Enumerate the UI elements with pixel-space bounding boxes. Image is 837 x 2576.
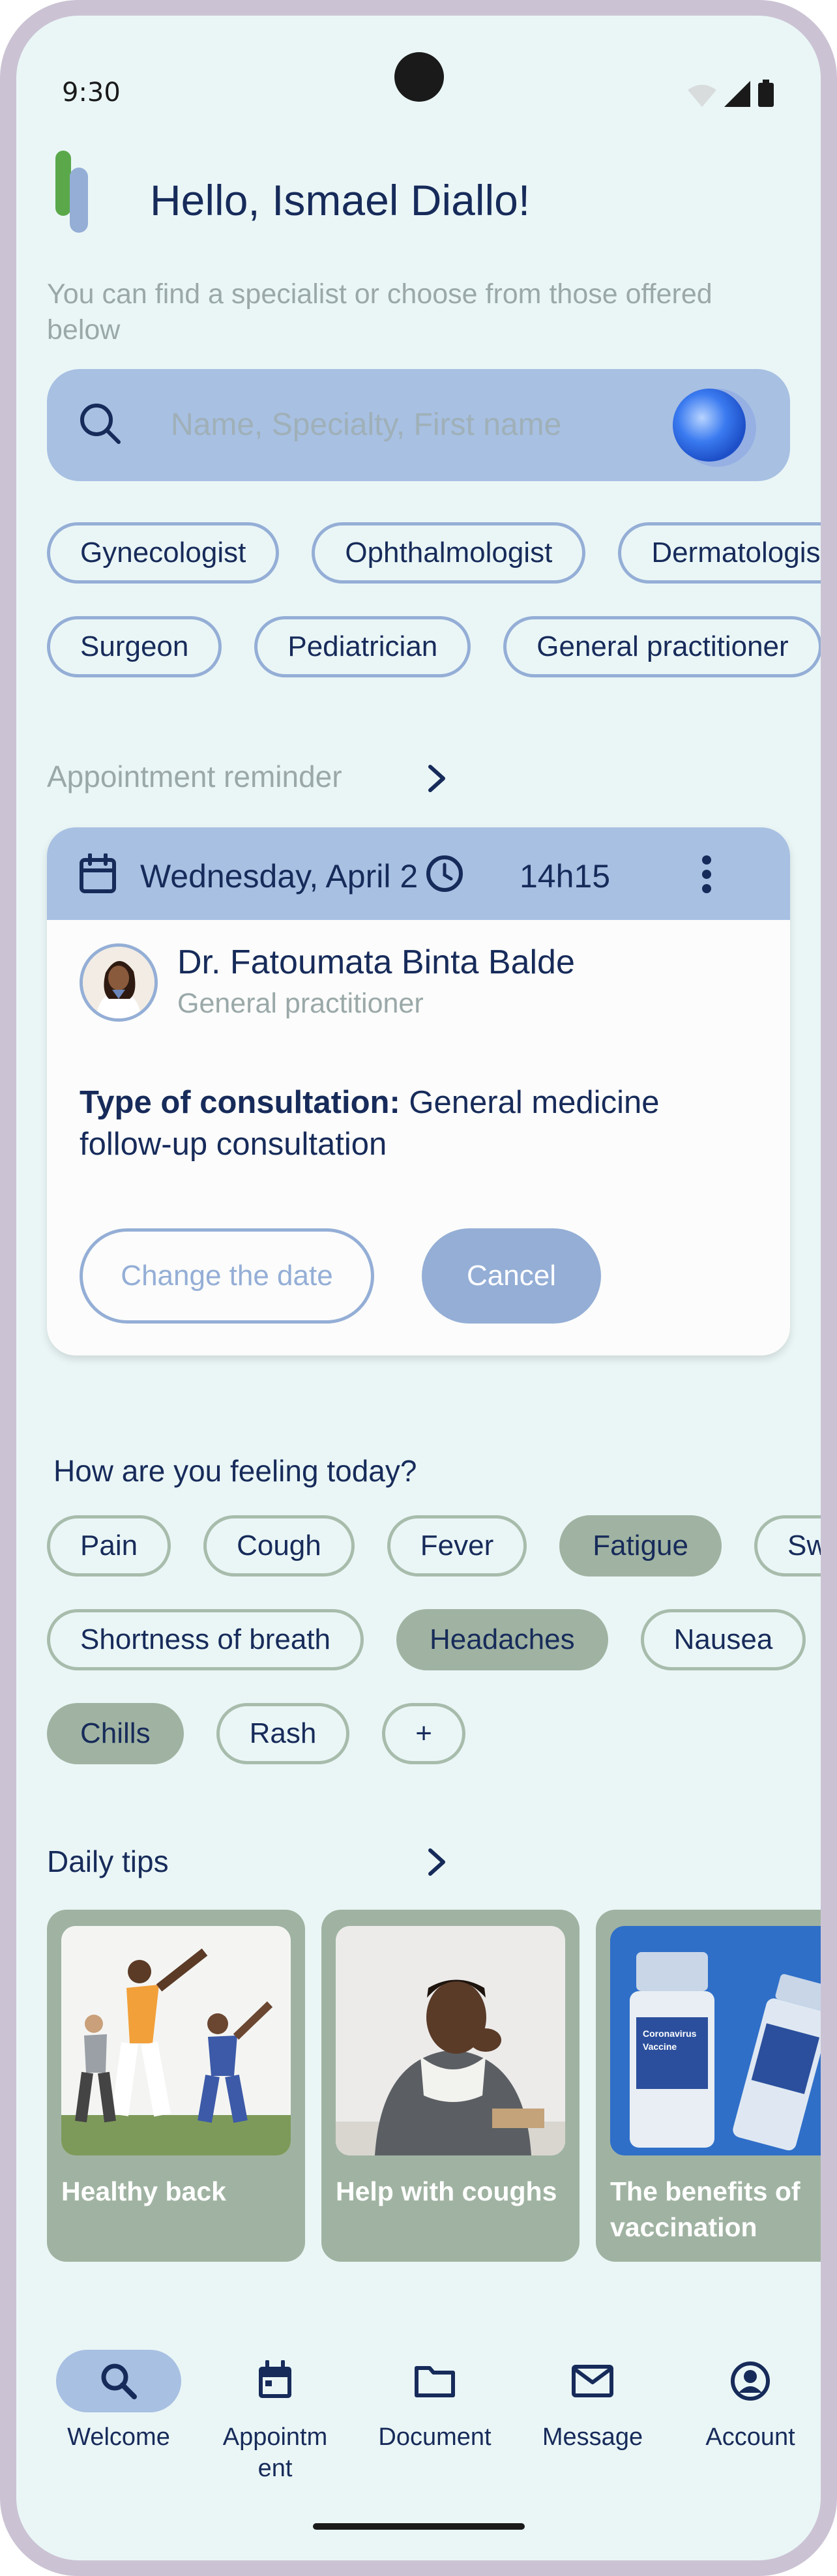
bottom-navigation: Welcome Appointm ent Document Message Ac… <box>16 2350 821 2513</box>
greeting-title: Hello, Ismael Diallo! <box>150 176 531 224</box>
nav-item-appointment[interactable]: Appointm ent <box>210 2350 340 2484</box>
symptom-chip[interactable]: Fatigue <box>559 1515 722 1577</box>
specialty-chip[interactable]: Surgeon <box>47 616 222 677</box>
appointment-date: Wednesday, April 2 <box>140 858 419 895</box>
nav-icon-pill[interactable] <box>213 2350 338 2412</box>
specialty-chip[interactable]: Dermatologist <box>618 522 821 584</box>
wifi-icon <box>688 85 716 107</box>
specialty-chip[interactable]: Pediatrician <box>254 616 471 677</box>
clock-icon <box>426 855 463 892</box>
home-indicator[interactable] <box>313 2523 525 2530</box>
appointment-card-header: Wednesday, April 2 14h15 <box>47 827 790 920</box>
appointment-reminder-title: Appointment reminder <box>47 760 342 793</box>
intro-text: You can find a specialist or choose from… <box>47 278 712 346</box>
symptom-chip[interactable]: Cough <box>203 1515 355 1577</box>
consultation-type: Type of consultation: General medicine f… <box>80 1082 744 1165</box>
tip-label: Healthy back <box>61 2176 226 2206</box>
symptom-chip[interactable]: Rash <box>216 1703 350 1764</box>
daily-tips-title: Daily tips <box>47 1844 169 1878</box>
symptom-chip[interactable]: Pain <box>47 1515 171 1577</box>
status-time: 9:30 <box>62 78 121 108</box>
nav-icon-pill[interactable] <box>688 2350 813 2412</box>
search-input[interactable] <box>171 395 627 454</box>
search-icon[interactable] <box>74 398 126 450</box>
app-logo <box>55 151 88 233</box>
folder-icon[interactable] <box>413 2363 456 2399</box>
search-bar[interactable] <box>47 369 790 481</box>
symptom-chips-row-2: Shortness of breath Headaches Nausea <box>47 1609 806 1670</box>
svg-text:Vaccine: Vaccine <box>643 2041 677 2052</box>
symptom-chip[interactable]: Fever <box>387 1515 527 1577</box>
nav-label: Document <box>378 2423 492 2451</box>
doctor-specialty: General practitioner <box>177 988 424 1019</box>
change-date-button[interactable]: Change the date <box>80 1228 374 1324</box>
specialty-chips-row-1: Gynecologist Ophthalmologist Dermatologist <box>47 522 821 584</box>
calendar-icon <box>80 853 116 893</box>
appointment-time: 14h15 <box>520 858 611 895</box>
signal-icon <box>724 81 750 107</box>
calendar-icon[interactable] <box>256 2360 295 2402</box>
nav-label: Account <box>705 2423 795 2451</box>
consultation-type-label: Type of consultation: <box>80 1085 400 1120</box>
status-icons <box>688 80 774 107</box>
man-coughing-image <box>336 1926 565 2155</box>
nav-item-document[interactable]: Document <box>370 2350 500 2453</box>
people-stretching-image <box>61 1926 291 2155</box>
appointment-card: Wednesday, April 2 14h15 Dr. Fatoumata B… <box>47 827 790 1355</box>
nav-icon-pill[interactable] <box>530 2350 655 2412</box>
battery-icon <box>758 80 774 107</box>
daily-tips-list: Healthy back Help with coughs Coronaviru… <box>47 1910 821 2262</box>
nav-item-message[interactable]: Message <box>527 2350 658 2453</box>
more-options-icon[interactable] <box>699 853 714 895</box>
tip-label: Help with coughs <box>336 2176 557 2206</box>
chevron-right-icon[interactable] <box>420 759 453 798</box>
nav-label: Appointm ent <box>222 2423 328 2482</box>
specialty-chip[interactable]: Ophthalmologist <box>312 522 586 584</box>
tip-card[interactable]: Healthy back <box>47 1910 305 2262</box>
camera-cutout <box>394 52 444 102</box>
search-icon[interactable] <box>98 2360 140 2402</box>
doctor-name: Dr. Fatoumata Binta Balde <box>177 943 575 981</box>
tip-card[interactable]: Coronavirus Vaccine The benefits of vacc… <box>596 1910 821 2262</box>
phone-frame: 9:30 Hello, Ismael Diallo! You can find … <box>0 0 837 2576</box>
voice-assistant-icon[interactable] <box>666 382 757 470</box>
specialty-chip[interactable]: General practitioner <box>503 616 821 677</box>
symptom-chips-row-3: Chills Rash + <box>47 1703 465 1764</box>
feeling-title: How are you feeling today? <box>53 1454 417 1488</box>
nav-label: Message <box>542 2423 643 2451</box>
app-screen: 9:30 Hello, Ismael Diallo! You can find … <box>16 16 821 2560</box>
symptom-chip[interactable]: Swe <box>754 1515 821 1577</box>
specialty-chip[interactable]: Gynecologist <box>47 522 280 584</box>
nav-icon-pill[interactable] <box>372 2350 497 2412</box>
svg-text:Coronavirus: Coronavirus <box>643 2028 697 2039</box>
cancel-appointment-button[interactable]: Cancel <box>422 1228 601 1324</box>
chevron-right-icon[interactable] <box>420 1843 453 1882</box>
nav-icon-pill[interactable] <box>56 2350 181 2412</box>
tip-label: The benefits of vaccination <box>610 2176 800 2242</box>
mail-icon[interactable] <box>571 2364 614 2398</box>
vaccine-vials-image: Coronavirus Vaccine <box>610 1926 821 2155</box>
tip-card[interactable]: Help with coughs <box>321 1910 580 2262</box>
doctor-avatar <box>80 943 158 1022</box>
nav-label: Welcome <box>67 2423 170 2451</box>
symptom-chips-row-1: Pain Cough Fever Fatigue Swe <box>47 1515 821 1577</box>
symptom-chip[interactable]: Shortness of breath <box>47 1609 364 1670</box>
add-symptom-chip[interactable]: + <box>382 1703 465 1764</box>
symptom-chip[interactable]: Nausea <box>640 1609 806 1670</box>
symptom-chip[interactable]: Chills <box>47 1703 184 1764</box>
symptom-chip[interactable]: Headaches <box>396 1609 608 1670</box>
account-icon[interactable] <box>729 2360 771 2402</box>
nav-item-welcome[interactable]: Welcome <box>53 2350 184 2453</box>
nav-item-account[interactable]: Account <box>685 2350 815 2453</box>
specialty-chips-row-2: Surgeon Pediatrician General practitioner <box>47 616 821 677</box>
